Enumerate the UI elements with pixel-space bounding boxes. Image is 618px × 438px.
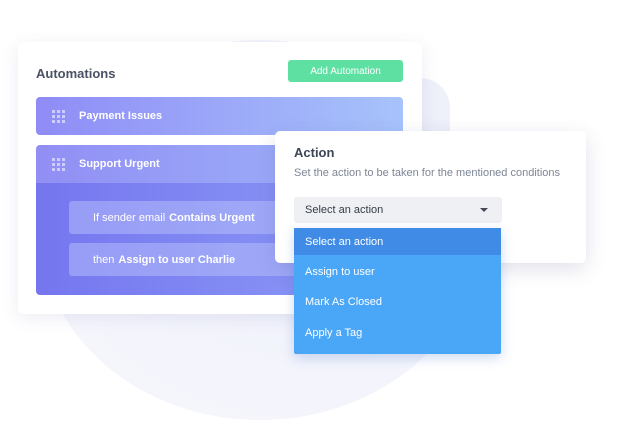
action-row[interactable]: then Assign to user Charlie [69,243,299,276]
condition-value: Contains Urgent [169,211,255,224]
rule-label: Support Urgent [79,158,160,170]
rule-label: Payment Issues [79,110,163,122]
add-automation-button[interactable]: Add Automation [288,60,403,82]
grip-icon[interactable] [52,157,65,171]
dropdown-option-select-an-action[interactable]: Select an action [294,228,501,255]
action-value: Assign to user Charlie [118,253,236,266]
action-panel-description: Set the action to be taken for the menti… [294,167,561,179]
condition-row[interactable]: If sender email Contains Urgent [69,201,299,234]
action-select[interactable]: Select an action [294,197,502,223]
caret-down-icon[interactable] [480,208,488,212]
dropdown-option-mark-as-closed[interactable]: Mark As Closed [294,287,501,317]
action-panel-title: Action [294,145,335,160]
action-prefix: then [93,253,115,266]
rule-payment-issues[interactable]: Payment Issues [36,97,403,135]
automations-title: Automations [36,66,116,81]
grip-icon[interactable] [52,109,65,123]
condition-prefix: If sender email [93,211,166,224]
dropdown-option-assign-to-user[interactable]: Assign to user [294,257,501,287]
dropdown-option-apply-a-tag[interactable]: Apply a Tag [294,318,501,348]
action-dropdown-menu: Select an action Assign to user Mark As … [294,228,501,354]
action-select-value: Select an action [305,204,384,216]
